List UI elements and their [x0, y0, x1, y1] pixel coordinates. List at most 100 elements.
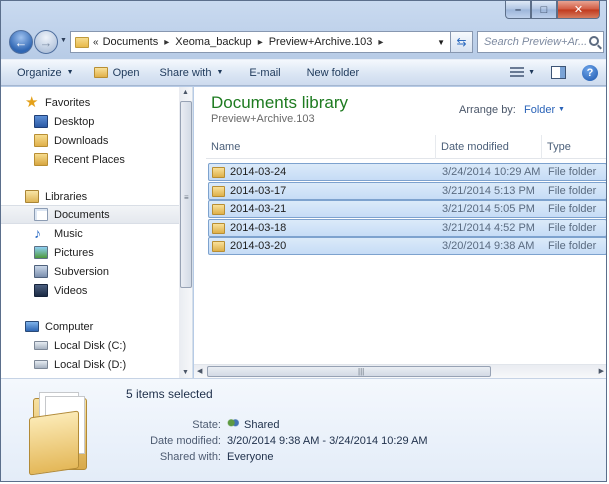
table-row[interactable]: 2014-03-17 3/21/2014 5:13 PM File folder — [208, 182, 606, 200]
scroll-left-icon[interactable]: ◀ — [197, 367, 202, 375]
column-date-modified[interactable]: Date modified — [436, 135, 542, 159]
shared-users-icon — [227, 418, 239, 430]
share-with-button[interactable]: Share with ▼ — [150, 60, 234, 85]
nav-local-disk-c[interactable]: Local Disk (C:) — [1, 336, 179, 355]
change-view-icon[interactable] — [510, 66, 525, 79]
address-bar[interactable]: « Documents ▸ Xeoma_backup ▸ Preview+Arc… — [70, 31, 451, 53]
row-date-cell: 3/21/2014 5:13 PM — [442, 185, 535, 197]
nav-downloads[interactable]: Downloads — [1, 131, 179, 150]
search-input[interactable]: Search Preview+Ar... — [477, 31, 604, 53]
folder-name: 2014-03-20 — [230, 240, 287, 252]
folder-icon — [212, 185, 225, 197]
column-name[interactable]: Name — [206, 135, 436, 159]
videos-icon — [34, 284, 48, 297]
horizontal-scrollbar[interactable]: ◀ ||| ▶ — [194, 364, 606, 378]
breadcrumb-separator-icon[interactable]: ▸ — [258, 37, 263, 48]
disk-icon — [34, 341, 48, 350]
scroll-right-icon[interactable]: ▶ — [599, 367, 604, 375]
nav-libraries[interactable]: Libraries — [1, 187, 179, 206]
nav-pictures[interactable]: Pictures — [1, 243, 179, 262]
breadcrumb-documents[interactable]: Documents — [103, 36, 159, 48]
caption-buttons: – □ ✕ — [505, 1, 600, 19]
row-name-cell: 2014-03-21 — [212, 201, 286, 217]
table-row[interactable]: 2014-03-21 3/21/2014 5:05 PM File folder — [208, 200, 606, 218]
column-type[interactable]: Type — [542, 135, 606, 159]
folder-name: 2014-03-24 — [230, 166, 287, 178]
nav-documents[interactable]: Documents — [1, 205, 179, 224]
pictures-icon — [34, 246, 48, 259]
row-date-cell: 3/21/2014 5:05 PM — [442, 203, 535, 215]
file-list-pane: Documents library Preview+Archive.103 Ar… — [194, 87, 606, 378]
address-history-dropdown[interactable]: ▼ — [432, 38, 450, 47]
email-button[interactable]: E-mail — [233, 60, 290, 85]
help-icon[interactable]: ? — [582, 64, 598, 81]
nav-vertical-scrollbar[interactable]: ▲ ≡ ▼ — [179, 87, 192, 378]
open-button[interactable]: Open — [84, 60, 150, 85]
scrollbar-thumb[interactable]: ||| — [207, 366, 491, 377]
table-row[interactable]: 2014-03-18 3/21/2014 4:52 PM File folder — [208, 219, 606, 237]
row-type-cell: File folder — [548, 240, 597, 252]
libraries-icon — [25, 190, 39, 203]
open-folder-icon — [93, 67, 108, 78]
preview-pane-icon[interactable] — [551, 66, 566, 79]
breadcrumb-separator-icon[interactable]: ▸ — [164, 37, 169, 48]
scroll-down-icon[interactable]: ▼ — [182, 369, 189, 376]
nav-desktop[interactable]: Desktop — [1, 112, 179, 131]
maximize-button[interactable]: □ — [531, 1, 557, 19]
folder-icon — [212, 203, 225, 215]
chevron-down-icon: ▼ — [66, 69, 74, 76]
date-modified-label: Date modified: — [150, 435, 221, 447]
scrollbar-thumb[interactable]: ≡ — [180, 101, 192, 288]
breadcrumb-xeoma-backup[interactable]: Xeoma_backup — [175, 36, 251, 48]
star-icon: ★ — [25, 94, 39, 111]
nav-favorites[interactable]: ★ Favorites — [1, 93, 179, 112]
breadcrumb-separator-icon[interactable]: ▸ — [378, 37, 383, 48]
subversion-icon — [34, 265, 48, 278]
arrange-by-dropdown[interactable]: Folder — [524, 104, 555, 116]
organize-label: Organize — [17, 66, 62, 79]
chevron-down-icon[interactable]: ▼ — [558, 106, 565, 113]
nav-music[interactable]: ♪ Music — [1, 224, 179, 243]
state-label: State: — [192, 419, 221, 431]
open-label: Open — [112, 66, 140, 79]
grip-icon: ≡ — [184, 193, 189, 202]
refresh-button[interactable]: ⇆ — [451, 31, 473, 53]
close-button[interactable]: ✕ — [557, 1, 600, 19]
breadcrumb-preview-archive[interactable]: Preview+Archive.103 — [269, 36, 373, 48]
nav-label: Downloads — [54, 134, 109, 147]
nav-label: Favorites — [45, 96, 91, 109]
views-chevron-down-icon[interactable]: ▼ — [528, 69, 535, 76]
table-row[interactable]: 2014-03-20 3/20/2014 9:38 AM File folder — [208, 237, 606, 255]
forward-button[interactable]: → — [34, 30, 58, 54]
row-date-cell: 3/20/2014 9:38 AM — [442, 240, 535, 252]
breadcrumb-overflow[interactable]: « — [93, 37, 99, 48]
nav-local-disk-d[interactable]: Local Disk (D:) — [1, 355, 179, 374]
table-row[interactable]: 2014-03-24 3/24/2014 10:29 AM File folde… — [208, 163, 606, 181]
nav-computer[interactable]: Computer — [1, 317, 179, 336]
toolbar-right-group: ▼ ? — [510, 60, 598, 85]
nav-label: Subversion — [54, 265, 110, 278]
nav-recent-places[interactable]: Recent Places — [1, 150, 179, 169]
new-folder-button[interactable]: New folder — [291, 60, 370, 85]
minimize-button[interactable]: – — [505, 1, 531, 19]
nav-label: Recent Places — [54, 153, 125, 166]
downloads-icon — [34, 134, 48, 147]
scroll-up-icon[interactable]: ▲ — [182, 89, 189, 96]
shared-with-label: Shared with: — [159, 451, 221, 463]
nav-label: Pictures — [54, 246, 94, 259]
row-date-cell: 3/21/2014 4:52 PM — [442, 222, 535, 234]
organize-button[interactable]: Organize ▼ — [1, 60, 84, 85]
details-pane: 5 items selected State: Shared Date modi… — [1, 378, 606, 481]
nav-subversion[interactable]: Subversion — [1, 262, 179, 281]
recent-pages-dropdown[interactable]: ▼ — [60, 37, 67, 44]
email-label: E-mail — [249, 66, 281, 79]
arrange-by-label: Arrange by: — [459, 104, 516, 116]
multiple-folders-icon — [29, 388, 91, 476]
explorer-window: – □ ✕ ← → ▼ « Documents ▸ Xeoma_backup ▸… — [0, 0, 607, 482]
nav-videos[interactable]: Videos — [1, 281, 179, 300]
date-modified-value: 3/20/2014 9:38 AM - 3/24/2014 10:29 AM — [227, 435, 428, 447]
share-with-label: Share with — [159, 66, 212, 79]
refresh-icon: ⇆ — [456, 35, 467, 49]
back-button[interactable]: ← — [9, 30, 33, 54]
nav-label: Local Disk (D:) — [54, 358, 127, 371]
